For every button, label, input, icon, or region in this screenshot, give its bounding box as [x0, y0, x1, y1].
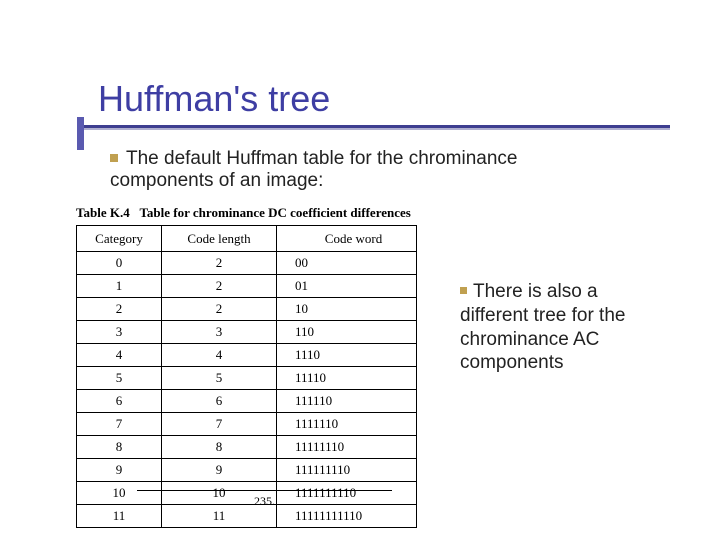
- page-number: 235.: [254, 494, 275, 509]
- table-row: 33110: [77, 321, 417, 344]
- cell-code-word: 01: [277, 275, 417, 298]
- cell-category: 3: [77, 321, 162, 344]
- cell-category: 0: [77, 252, 162, 275]
- cell-code-length: 2: [162, 252, 277, 275]
- title-underline-light: [84, 128, 670, 130]
- cell-code-word: 11111111110: [277, 505, 417, 528]
- bullet-1: The default Huffman table for the chromi…: [110, 148, 670, 192]
- cell-category: 5: [77, 367, 162, 390]
- cell-code-word: 110: [277, 321, 417, 344]
- title-accent-bar: [77, 117, 84, 150]
- cell-category: 6: [77, 390, 162, 413]
- th-code-length: Code length: [162, 226, 277, 252]
- table-row: 111111111111110: [77, 505, 417, 528]
- th-category: Category: [77, 226, 162, 252]
- cell-code-word: 10: [277, 298, 417, 321]
- cell-category: 9: [77, 459, 162, 482]
- table-row: 0200: [77, 252, 417, 275]
- table-caption-label: Table K.4: [76, 205, 130, 220]
- bullet-square-icon: [110, 154, 118, 162]
- table-row: 5511110: [77, 367, 417, 390]
- bullet-1-text-line2: components of an image:: [110, 170, 670, 192]
- cell-code-length: 3: [162, 321, 277, 344]
- cell-code-length: 6: [162, 390, 277, 413]
- table-row: 66111110: [77, 390, 417, 413]
- table-row: 771111110: [77, 413, 417, 436]
- cell-category: 10: [77, 482, 162, 505]
- cell-category: 4: [77, 344, 162, 367]
- table-row: 2210: [77, 298, 417, 321]
- cell-code-word: 1110: [277, 344, 417, 367]
- table-header-row: Category Code length Code word: [77, 226, 417, 252]
- slide-title: Huffman's tree: [98, 78, 330, 120]
- table-row: 99111111110: [77, 459, 417, 482]
- cell-code-word: 00: [277, 252, 417, 275]
- cell-code-word: 111111110: [277, 459, 417, 482]
- table-row: 8811111110: [77, 436, 417, 459]
- table-caption-text: Table for chrominance DC coefficient dif…: [139, 205, 410, 220]
- cell-code-length: 2: [162, 298, 277, 321]
- cell-code-word: 111110: [277, 390, 417, 413]
- cell-category: 1: [77, 275, 162, 298]
- cell-code-length: 7: [162, 413, 277, 436]
- huffman-table: Category Code length Code word 020012012…: [76, 225, 417, 528]
- bullet-square-icon: [460, 287, 467, 294]
- table-row: 10101111111110: [77, 482, 417, 505]
- cell-code-word: 1111110: [277, 413, 417, 436]
- cell-code-word: 11110: [277, 367, 417, 390]
- cell-code-word: 1111111110: [277, 482, 417, 505]
- cell-code-length: 4: [162, 344, 277, 367]
- side-note-text: There is also a different tree for the c…: [460, 281, 625, 373]
- table-footer-rule: [137, 490, 392, 491]
- cell-code-length: 9: [162, 459, 277, 482]
- bullet-1-text-line1: The default Huffman table for the chromi…: [126, 148, 518, 169]
- cell-code-length: 2: [162, 275, 277, 298]
- cell-code-length: 8: [162, 436, 277, 459]
- table-caption: Table K.4 Table for chrominance DC coeff…: [76, 205, 411, 221]
- cell-category: 11: [77, 505, 162, 528]
- table-row: 1201: [77, 275, 417, 298]
- side-note: There is also a different tree for the c…: [460, 280, 670, 375]
- cell-category: 7: [77, 413, 162, 436]
- cell-category: 2: [77, 298, 162, 321]
- cell-code-word: 11111110: [277, 436, 417, 459]
- cell-code-length: 5: [162, 367, 277, 390]
- cell-category: 8: [77, 436, 162, 459]
- table-row: 441110: [77, 344, 417, 367]
- th-code-word: Code word: [277, 226, 417, 252]
